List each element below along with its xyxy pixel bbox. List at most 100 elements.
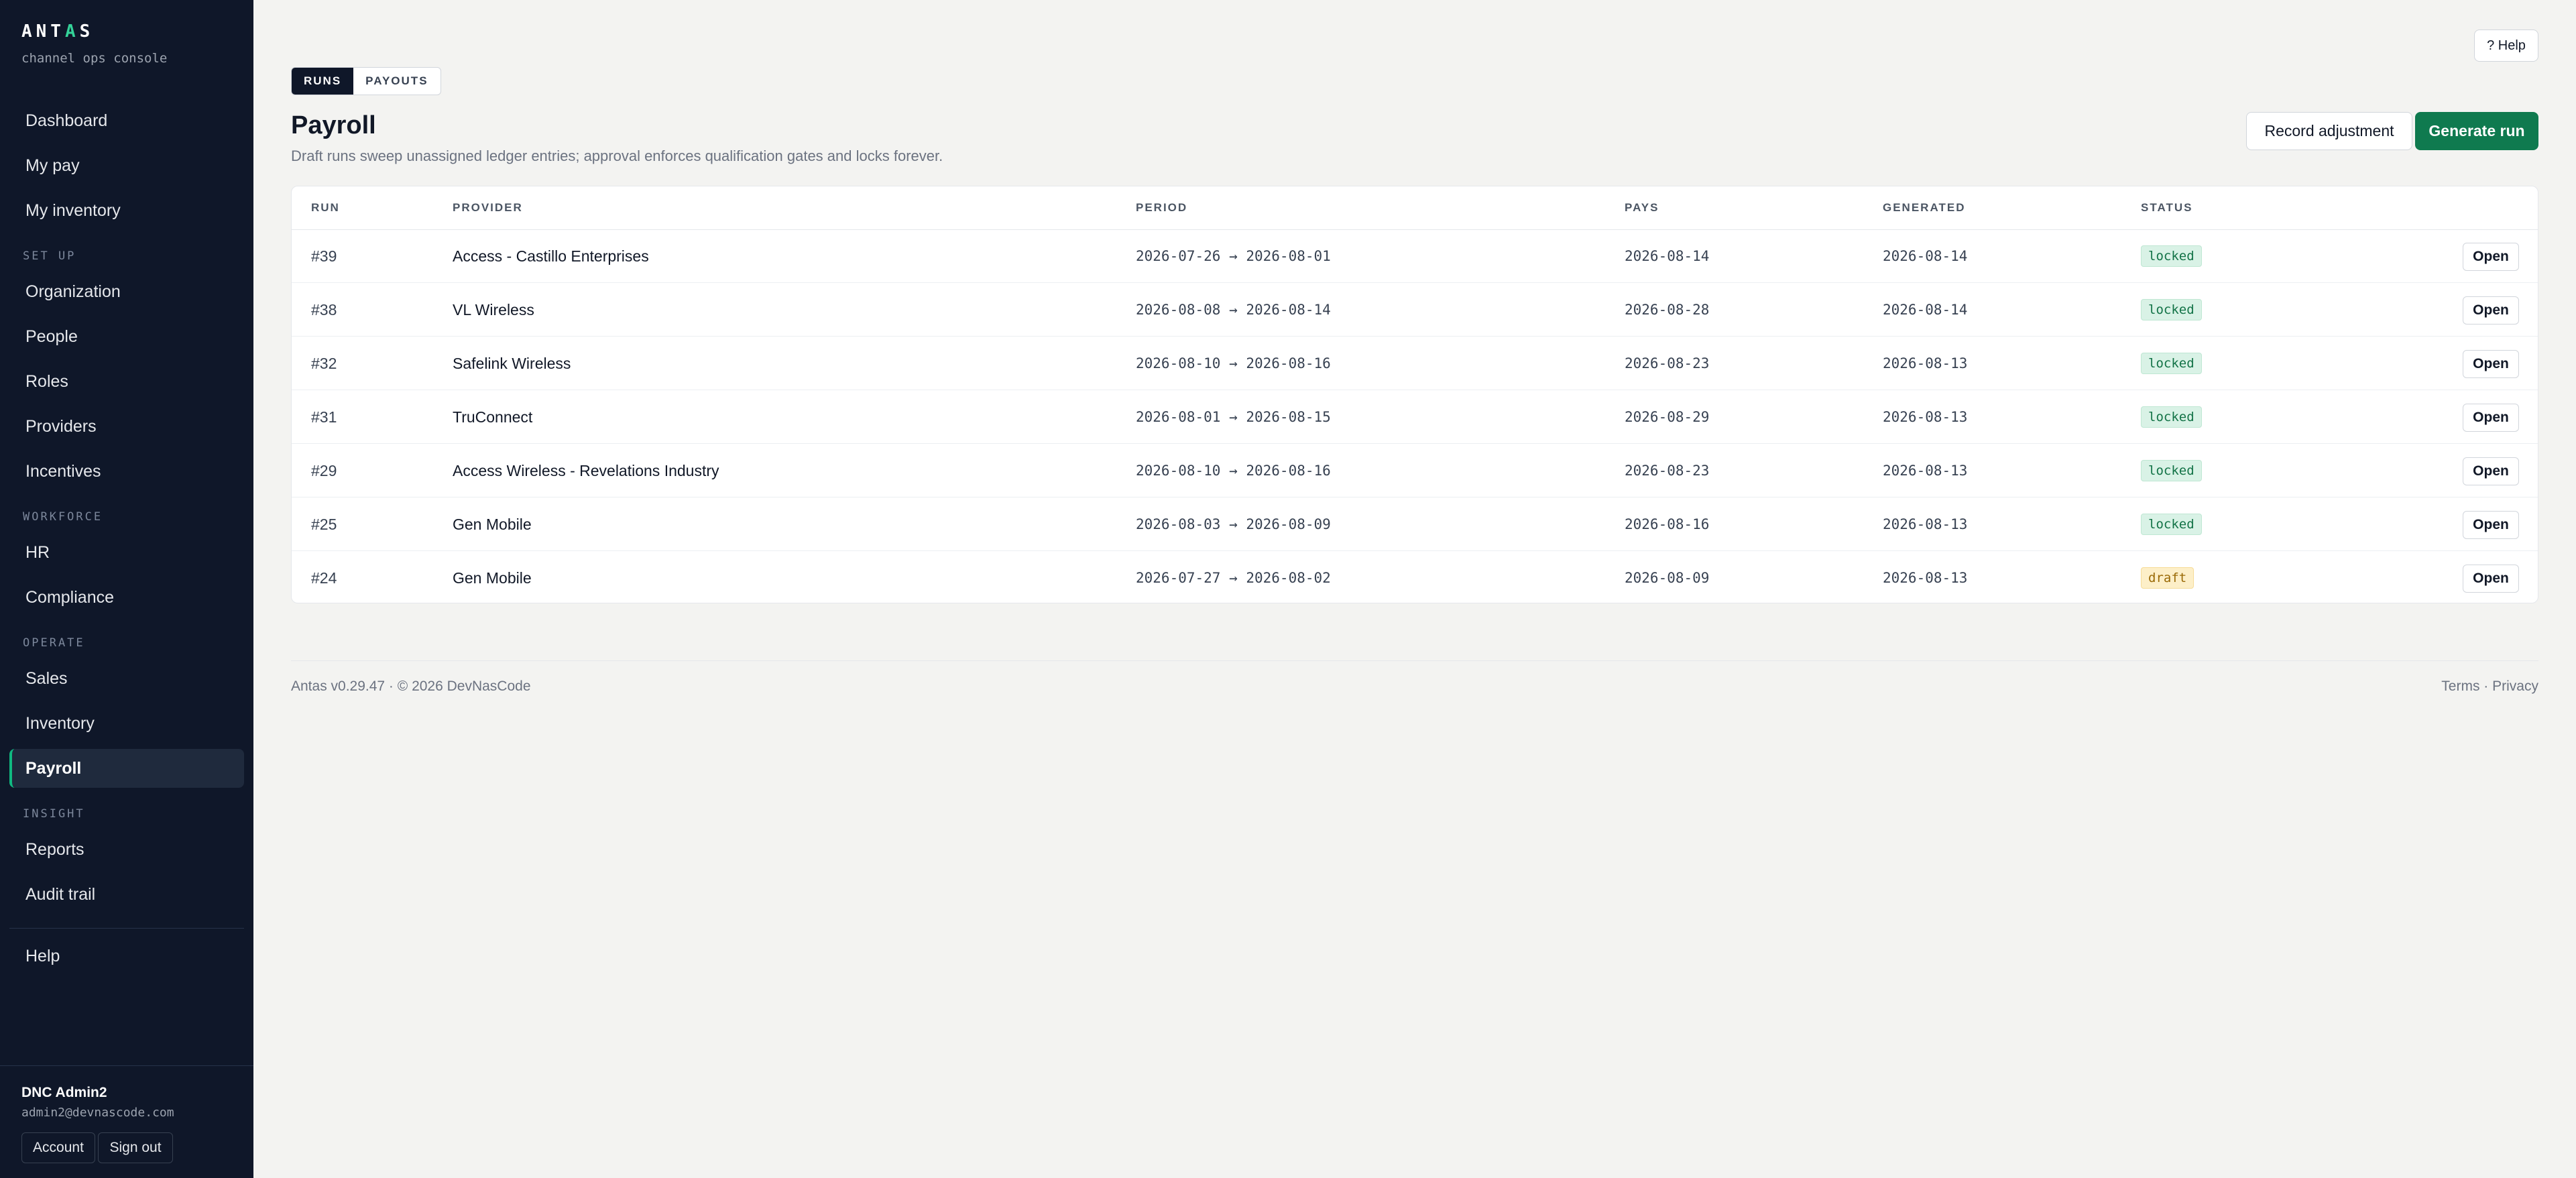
period-range: 2026-07-27 → 2026-08-02 (1136, 570, 1331, 586)
payroll-tabs: RUNS PAYOUTS (291, 67, 441, 95)
open-run-button[interactable]: Open (2463, 243, 2519, 271)
nav-section-operate: OPERATE (23, 636, 85, 650)
help-button[interactable]: ? Help (2474, 30, 2538, 62)
footer-separator: · (2479, 679, 2493, 694)
table-row[interactable]: #31 TruConnect 2026-08-01 → 2026-08-15 2… (292, 390, 2538, 444)
sidebar-item-reports[interactable]: Reports (9, 830, 244, 869)
tab-payouts[interactable]: PAYOUTS (353, 68, 440, 95)
pays-date: 2026-08-23 (1625, 355, 1710, 371)
sidebar-item-audit-trail[interactable]: Audit trail (9, 875, 244, 914)
sign-out-button[interactable]: Sign out (98, 1132, 173, 1163)
status-badge: locked (2141, 406, 2202, 428)
status-badge: locked (2141, 514, 2202, 535)
page-subtitle: Draft runs sweep unassigned ledger entri… (291, 148, 943, 164)
pays-date: 2026-08-09 (1625, 570, 1710, 586)
pays-date: 2026-08-14 (1625, 248, 1710, 264)
column-header-run: RUN (311, 201, 340, 214)
sidebar-item-incentives[interactable]: Incentives (9, 452, 244, 491)
sidebar-item-organization[interactable]: Organization (9, 272, 244, 311)
table-row[interactable]: #32 Safelink Wireless 2026-08-10 → 2026-… (292, 337, 2538, 390)
account-button[interactable]: Account (21, 1132, 95, 1163)
pays-date: 2026-08-23 (1625, 463, 1710, 479)
open-run-button[interactable]: Open (2463, 457, 2519, 485)
column-header-provider: PROVIDER (453, 201, 523, 214)
sidebar-item-compliance[interactable]: Compliance (9, 578, 244, 617)
run-id: #39 (311, 247, 337, 265)
run-id: #29 (311, 461, 337, 479)
generated-date: 2026-08-13 (1883, 355, 1968, 371)
user-name: DNC Admin2 (21, 1085, 107, 1100)
run-id: #24 (311, 569, 337, 587)
sidebar-item-inventory[interactable]: Inventory (9, 704, 244, 743)
sidebar-item-people[interactable]: People (9, 317, 244, 356)
status-badge: draft (2141, 567, 2194, 589)
open-run-button[interactable]: Open (2463, 296, 2519, 325)
tab-runs[interactable]: RUNS (292, 68, 354, 95)
column-header-generated: GENERATED (1883, 201, 1966, 214)
record-adjustment-button[interactable]: Record adjustment (2246, 112, 2412, 150)
sidebar-item-payroll[interactable]: Payroll (9, 749, 244, 788)
open-run-button[interactable]: Open (2463, 350, 2519, 378)
provider-name: Access - Castillo Enterprises (453, 247, 649, 265)
table-row[interactable]: #29 Access Wireless - Revelations Indust… (292, 444, 2538, 497)
footer-version: Antas v0.29.47 · © 2026 DevNasCode (291, 679, 531, 694)
payroll-runs-table: RUN PROVIDER PERIOD PAYS GENERATED STATU… (291, 186, 2538, 603)
sidebar-item-my-pay[interactable]: My pay (9, 146, 244, 185)
table-row[interactable]: #39 Access - Castillo Enterprises 2026-0… (292, 229, 2538, 283)
provider-name: Gen Mobile (453, 515, 532, 533)
pays-date: 2026-08-16 (1625, 516, 1710, 532)
sidebar-item-roles[interactable]: Roles (9, 362, 244, 401)
generated-date: 2026-08-13 (1883, 409, 1968, 425)
period-range: 2026-08-01 → 2026-08-15 (1136, 409, 1331, 425)
column-header-status: STATUS (2141, 201, 2193, 214)
status-badge: locked (2141, 460, 2202, 481)
status-badge: locked (2141, 299, 2202, 320)
nav-section-workforce: WORKFORCE (23, 510, 103, 524)
open-run-button[interactable]: Open (2463, 404, 2519, 432)
period-range: 2026-08-10 → 2026-08-16 (1136, 355, 1331, 371)
pays-date: 2026-08-29 (1625, 409, 1710, 425)
table-row[interactable]: #38 VL Wireless 2026-08-08 → 2026-08-14 … (292, 283, 2538, 337)
provider-name: TruConnect (453, 408, 533, 426)
generated-date: 2026-08-13 (1883, 463, 1968, 479)
generated-date: 2026-08-14 (1883, 248, 1968, 264)
column-header-pays: PAYS (1625, 201, 1659, 214)
status-badge: locked (2141, 245, 2202, 267)
brand-logo: ANTAS (21, 21, 167, 42)
sidebar-item-sales[interactable]: Sales (9, 659, 244, 698)
open-run-button[interactable]: Open (2463, 565, 2519, 593)
provider-name: Gen Mobile (453, 569, 532, 587)
table-row[interactable]: #24 Gen Mobile 2026-07-27 → 2026-08-02 2… (292, 551, 2538, 605)
user-panel: DNC Admin2 admin2@devnascode.com Account… (0, 1065, 253, 1178)
user-email: admin2@devnascode.com (21, 1106, 174, 1120)
page-title: Payroll (291, 111, 376, 139)
brand[interactable]: ANTAS channel ops console (21, 21, 167, 66)
run-id: #31 (311, 408, 337, 426)
brand-name-part: S (79, 21, 95, 42)
nav-section-insight: INSIGHT (23, 807, 85, 821)
footer-divider (291, 660, 2538, 661)
table-row[interactable]: #25 Gen Mobile 2026-08-03 → 2026-08-09 2… (292, 497, 2538, 551)
sidebar-item-help[interactable]: Help (9, 937, 244, 976)
generated-date: 2026-08-13 (1883, 516, 1968, 532)
sidebar-item-providers[interactable]: Providers (9, 407, 244, 446)
sidebar-item-hr[interactable]: HR (9, 533, 244, 572)
column-header-period: PERIOD (1136, 201, 1188, 214)
generate-run-button[interactable]: Generate run (2415, 112, 2538, 150)
sidebar-item-dashboard[interactable]: Dashboard (9, 101, 244, 140)
open-run-button[interactable]: Open (2463, 511, 2519, 539)
footer-links: Terms · Privacy (2441, 679, 2538, 695)
terms-link[interactable]: Terms (2441, 679, 2479, 695)
period-range: 2026-07-26 → 2026-08-01 (1136, 248, 1331, 264)
privacy-link[interactable]: Privacy (2492, 679, 2538, 695)
brand-name-part: ANT (21, 21, 65, 42)
generated-date: 2026-08-14 (1883, 302, 1968, 318)
status-badge: locked (2141, 353, 2202, 374)
sidebar-item-my-inventory[interactable]: My inventory (9, 191, 244, 230)
table-header: RUN PROVIDER PERIOD PAYS GENERATED STATU… (292, 186, 2538, 230)
brand-tagline: channel ops console (21, 51, 168, 66)
run-id: #38 (311, 300, 337, 318)
provider-name: VL Wireless (453, 300, 534, 318)
sidebar: ANTAS channel ops console Dashboard My p… (0, 0, 253, 1178)
nav-section-setup: SET UP (23, 249, 76, 263)
